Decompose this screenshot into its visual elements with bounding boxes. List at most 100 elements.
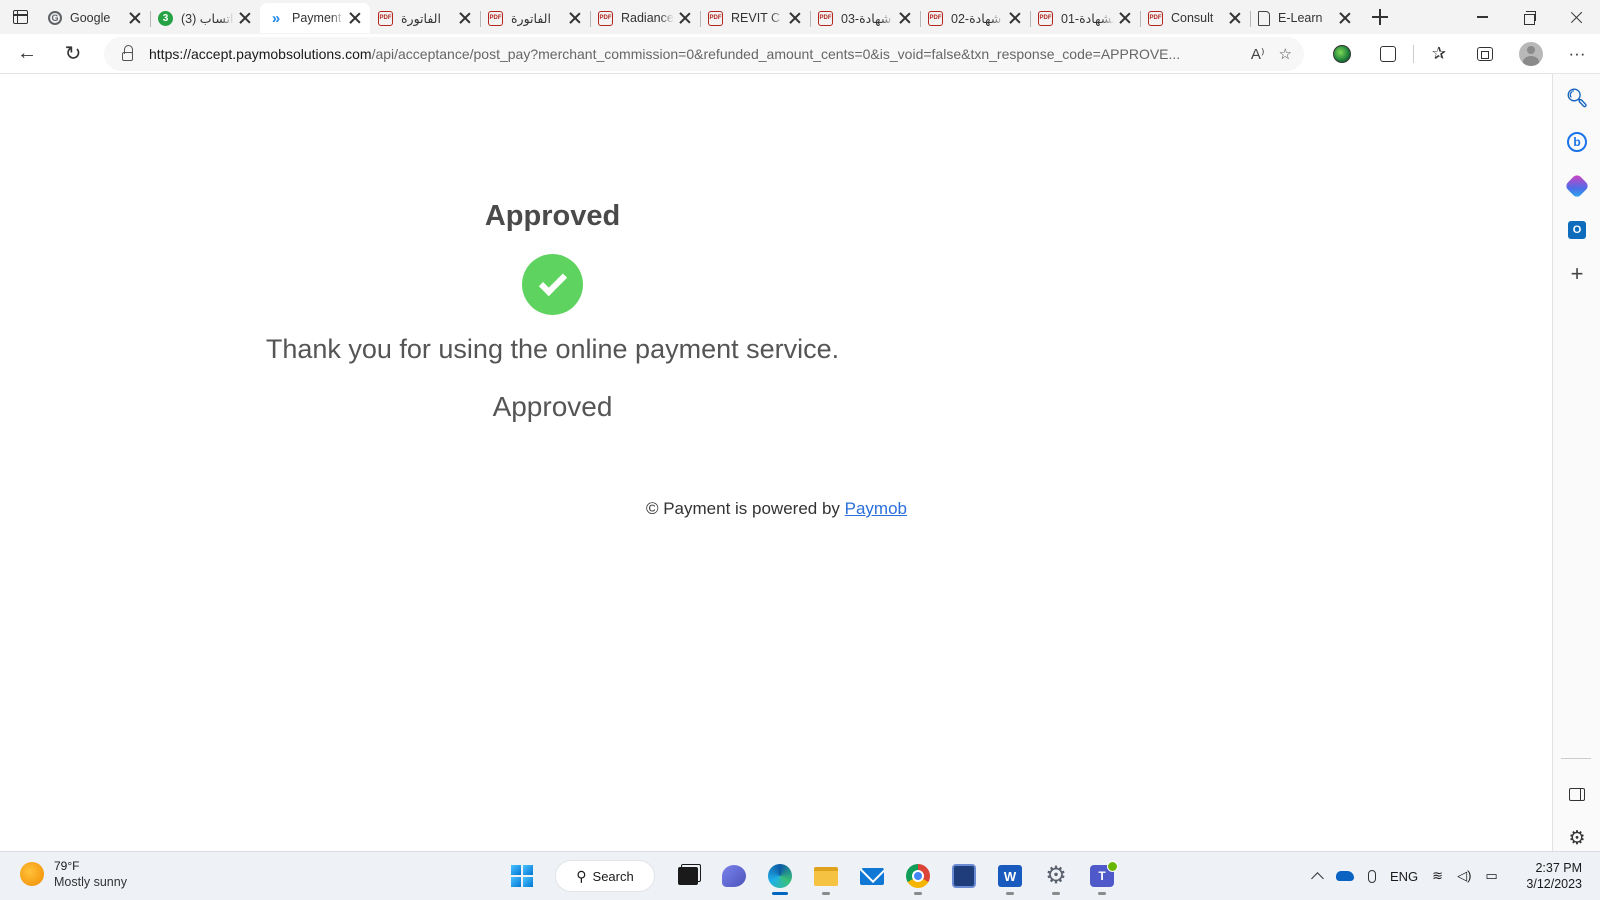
tab-radiance[interactable]: PDF Radiance	[590, 3, 700, 33]
sidebar-settings-button[interactable]: ⚙	[1563, 824, 1591, 852]
settings-more-button[interactable]: ···	[1554, 34, 1600, 74]
tab-title: 01-الشهادة	[1061, 11, 1114, 26]
chrome-button[interactable]	[895, 856, 941, 896]
onedrive-button[interactable]	[1329, 856, 1361, 896]
new-tab-button[interactable]	[1362, 2, 1398, 32]
panel-icon	[1569, 787, 1585, 801]
tab-payment[interactable]: » Payment	[260, 3, 370, 33]
refresh-icon: ↻	[64, 43, 82, 65]
sidebar-outlook-button[interactable]: O	[1563, 216, 1591, 244]
file-explorer-button[interactable]	[803, 856, 849, 896]
toolbar-divider	[1413, 45, 1414, 63]
tab-certificate-02[interactable]: PDF 02-شهادة	[920, 3, 1030, 33]
language-indicator[interactable]: ENG	[1383, 856, 1425, 896]
tab-invoice-2[interactable]: PDF الفاتورة	[480, 3, 590, 33]
wifi-icon: ≋	[1432, 868, 1444, 883]
whatsapp-icon: 3	[158, 10, 173, 26]
url-text[interactable]: https://accept.paymobsolutions.com/api/a…	[149, 46, 1241, 62]
edge-taskbar-button[interactable]	[757, 856, 803, 896]
tab-revit[interactable]: PDF REVIT C	[700, 3, 810, 33]
sidebar-search-button[interactable]: 🔍︎	[1563, 84, 1591, 112]
task-view-icon	[678, 867, 698, 885]
back-button[interactable]: ←	[8, 38, 46, 70]
close-tab-icon[interactable]	[1338, 11, 1352, 25]
tab-title: Consult	[1171, 11, 1214, 25]
refresh-button[interactable]: ↻	[54, 38, 92, 70]
tab-elearning[interactable]: E-Learn	[1250, 3, 1360, 33]
clock-time: 2:37 PM	[1535, 861, 1582, 875]
tab-certificate-03[interactable]: PDF 03-شهادة	[810, 3, 920, 33]
close-tab-icon[interactable]	[238, 11, 252, 25]
close-tab-icon[interactable]	[458, 11, 472, 25]
start-button[interactable]	[499, 856, 545, 896]
sidebar-add-button[interactable]: +	[1563, 260, 1591, 288]
running-indicator	[914, 892, 922, 895]
tab-title: الفاتورة	[511, 11, 551, 26]
transaction-status: Approved	[492, 391, 613, 422]
network-button[interactable]: ≋	[1425, 856, 1450, 896]
microphone-button[interactable]	[1361, 856, 1383, 896]
sidebar-hide-button[interactable]	[1563, 780, 1591, 808]
close-tab-icon[interactable]	[788, 11, 802, 25]
volume-button[interactable]: ◁)	[1450, 856, 1478, 896]
chat-button[interactable]	[711, 856, 757, 896]
close-tab-icon[interactable]	[1228, 11, 1242, 25]
back-arrow-icon: ←	[17, 42, 37, 64]
close-tab-icon[interactable]	[568, 11, 582, 25]
taskbar-clock[interactable]: 2:37 PM 3/12/2023	[1526, 860, 1582, 892]
footer-text: © Payment is powered by	[645, 499, 845, 518]
add-favorite-icon[interactable]: ☆	[1279, 45, 1292, 63]
settings-button[interactable]: ⚙	[1033, 856, 1079, 896]
restore-button[interactable]	[1506, 0, 1553, 34]
puzzle-icon	[1380, 46, 1396, 62]
tab-google[interactable]: G Google	[40, 3, 150, 33]
weather-temperature: 79°F	[54, 859, 80, 873]
tab-consult[interactable]: PDF Consult	[1140, 3, 1250, 33]
tab-invoice-1[interactable]: PDF الفاتورة	[370, 3, 480, 33]
read-aloud-icon[interactable]: A⁾	[1251, 45, 1265, 63]
close-tab-icon[interactable]	[678, 11, 692, 25]
close-window-button[interactable]	[1553, 0, 1600, 34]
mail-button[interactable]	[849, 856, 895, 896]
remote-app-button[interactable]	[941, 856, 987, 896]
teams-button[interactable]: T	[1079, 856, 1125, 896]
close-tab-icon[interactable]	[1008, 11, 1022, 25]
tab-title: E-Learn	[1278, 11, 1323, 25]
minimize-button[interactable]	[1459, 0, 1506, 34]
profile-button[interactable]	[1508, 34, 1554, 74]
word-button[interactable]: W	[987, 856, 1033, 896]
collections-button[interactable]	[1462, 34, 1508, 74]
lock-icon[interactable]	[122, 45, 133, 61]
pdf-icon: PDF	[818, 10, 833, 26]
url-host: https://accept.paymobsolutions.com	[149, 46, 372, 62]
window-controls	[1459, 0, 1600, 34]
address-bar[interactable]: https://accept.paymobsolutions.com/api/a…	[104, 37, 1304, 71]
tab-actions-button[interactable]	[0, 0, 40, 34]
check-circle-icon	[522, 254, 583, 315]
tab-certificate-01[interactable]: PDF 01-الشهادة	[1030, 3, 1140, 33]
close-tab-icon[interactable]	[1118, 11, 1132, 25]
weather-widget[interactable]: 79°F Mostly sunny	[20, 858, 127, 890]
close-tab-icon[interactable]	[348, 11, 362, 25]
taskbar-search[interactable]: ⚲ Search	[555, 860, 655, 892]
running-indicator	[1052, 892, 1060, 895]
close-tab-icon[interactable]	[898, 11, 912, 25]
paymob-link[interactable]: Paymob	[845, 499, 907, 518]
chrome-icon	[906, 864, 930, 888]
teams-icon: T	[1090, 861, 1118, 887]
tab-whatsapp[interactable]: 3 (3) واتساب	[150, 3, 260, 33]
battery-button[interactable]: ▭	[1478, 856, 1504, 896]
windows-taskbar: 79°F Mostly sunny ⚲ Search W ⚙ T ENG ≋ ◁…	[0, 851, 1600, 900]
show-hidden-icons-button[interactable]	[1306, 856, 1329, 896]
sidebar-bing-button[interactable]: b	[1563, 128, 1591, 156]
remote-desktop-icon	[952, 864, 976, 888]
extensions-button[interactable]	[1365, 34, 1411, 74]
close-tab-icon[interactable]	[128, 11, 142, 25]
tab-strip: G Google 3 (3) واتساب » Payment PDF الفا…	[0, 0, 1600, 34]
task-view-button[interactable]	[665, 856, 711, 896]
favorites-button[interactable]: ✰	[1416, 34, 1462, 74]
extension-globe-button[interactable]	[1319, 34, 1365, 74]
sidebar-office-button[interactable]	[1563, 172, 1591, 200]
weather-condition: Mostly sunny	[54, 875, 127, 889]
tab-title: Radiance	[621, 11, 674, 25]
